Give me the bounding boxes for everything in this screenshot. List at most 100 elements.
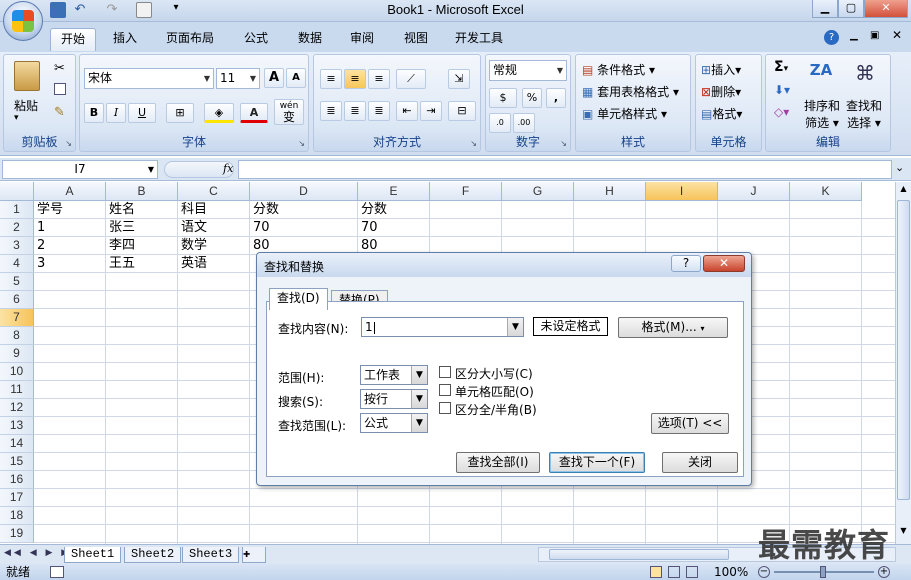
dialog-close-button[interactable]: 关闭 (662, 452, 738, 473)
cell-c3[interactable]: 数学 (179, 237, 207, 255)
look-in-select[interactable]: 公式 ▼ (360, 413, 428, 433)
insert-sheet-icon[interactable]: ✚ (242, 547, 266, 563)
scroll-up-icon[interactable]: ▲ (897, 184, 910, 198)
cell-b1[interactable]: 姓名 (107, 201, 135, 219)
font-name-combo[interactable]: 宋体 ▼ (84, 68, 214, 89)
zoom-in-icon[interactable]: + (878, 566, 890, 578)
merge-center-icon[interactable]: ⊟ (448, 101, 476, 121)
match-cell-checkbox[interactable] (439, 384, 451, 396)
grow-font-button[interactable]: A (264, 68, 284, 88)
sheet-tab-3[interactable]: Sheet3 (182, 547, 240, 563)
cell-e1[interactable]: 分数 (359, 201, 387, 219)
bold-button[interactable]: B (84, 103, 104, 123)
cell-c2[interactable]: 语文 (179, 219, 207, 237)
paste-dropdown-icon[interactable]: ▾ (14, 113, 19, 123)
tab-view[interactable]: 视图 (396, 28, 436, 51)
find-what-input[interactable]: 1 ▼ (361, 317, 524, 337)
autosum-button[interactable]: Σ▾ (774, 59, 788, 75)
decrease-decimal-icon[interactable]: .00 (513, 113, 535, 133)
tab-page-layout[interactable]: 页面布局 (158, 28, 222, 51)
fill-color-icon[interactable]: ◈ (204, 103, 234, 123)
format-button[interactable]: 格式(M)... ▾ (618, 317, 728, 338)
sheet-tab-2[interactable]: Sheet2 (124, 547, 182, 563)
format-cells-button[interactable]: ▤格式▾ (701, 105, 742, 122)
paste-button[interactable]: 粘贴 (14, 97, 38, 114)
align-bottom-icon[interactable]: ≡ (368, 69, 390, 89)
cell-b4[interactable]: 王五 (107, 255, 135, 273)
font-color-button[interactable]: A (240, 103, 268, 123)
office-button[interactable] (3, 1, 43, 41)
help-icon[interactable]: ? (824, 30, 839, 45)
dialog-help-button[interactable]: ? (671, 255, 701, 272)
cell-a3[interactable]: 2 (35, 237, 45, 255)
number-launcher-icon[interactable]: ↘ (560, 139, 567, 148)
ribbon-close-icon[interactable]: ✕ (892, 28, 902, 42)
maximize-button[interactable]: ▢ (838, 0, 864, 18)
search-order-select[interactable]: 按行 ▼ (360, 389, 428, 409)
comma-button[interactable]: , (546, 88, 566, 108)
number-format-combo[interactable]: 常规 ▼ (489, 60, 567, 81)
page-layout-view-icon[interactable] (668, 566, 680, 578)
underline-button[interactable]: U (128, 103, 156, 123)
fill-icon[interactable]: ⬇▾ (774, 83, 790, 97)
insert-cells-button[interactable]: ⊞插入▾ (701, 61, 741, 78)
macro-record-icon[interactable] (50, 566, 64, 578)
cell-d2[interactable]: 70 (251, 219, 270, 237)
alignment-launcher-icon[interactable]: ↘ (470, 139, 477, 148)
close-window-button[interactable]: ✕ (864, 0, 908, 18)
cell-c1[interactable]: 科目 (179, 201, 207, 219)
format-painter-icon[interactable]: ✎ (54, 105, 65, 120)
scope-select[interactable]: 工作表 ▼ (360, 365, 428, 385)
expand-formula-icon[interactable]: ⌄ (895, 161, 904, 174)
currency-icon[interactable]: $ (489, 88, 517, 108)
italic-button[interactable]: I (106, 103, 126, 123)
find-all-button[interactable]: 查找全部(I) (456, 452, 540, 473)
find-select-button[interactable]: 查找和 选择 ▾ (846, 97, 882, 131)
tab-home[interactable]: 开始 (50, 28, 96, 51)
shrink-font-button[interactable]: A (286, 68, 306, 88)
ribbon-restore-icon[interactable]: ▣ (870, 30, 879, 41)
increase-decimal-icon[interactable]: .0 (489, 113, 511, 133)
wrap-text-icon[interactable]: ⇲ (448, 69, 470, 89)
clear-icon[interactable]: ◇▾ (774, 105, 789, 119)
copy-icon[interactable] (54, 83, 66, 95)
align-center-icon[interactable]: ≣ (344, 101, 366, 121)
match-case-checkbox[interactable] (439, 366, 451, 378)
tab-find[interactable]: 查找(D) (269, 288, 328, 310)
zoom-out-icon[interactable]: − (758, 566, 770, 578)
cell-b3[interactable]: 李四 (107, 237, 135, 255)
formula-input[interactable] (238, 160, 892, 179)
sheet-tab-1[interactable]: Sheet1 (64, 547, 122, 563)
conditional-format-button[interactable]: ▤ 条件格式 ▾ (582, 61, 655, 78)
cell-a1[interactable]: 学号 (35, 201, 63, 219)
decrease-indent-icon[interactable]: ⇤ (396, 101, 418, 121)
cell-a4[interactable]: 3 (35, 255, 45, 273)
tab-developer[interactable]: 开发工具 (448, 28, 510, 51)
scroll-down-icon[interactable]: ▼ (897, 526, 910, 540)
cell-a2[interactable]: 1 (35, 219, 45, 237)
find-next-button[interactable]: 查找下一个(F) (549, 452, 645, 473)
zoom-slider-thumb[interactable] (820, 566, 826, 578)
cell-c4[interactable]: 英语 (179, 255, 207, 273)
tab-review[interactable]: 审阅 (342, 28, 382, 51)
normal-view-icon[interactable] (650, 566, 662, 578)
match-width-checkbox[interactable] (439, 402, 451, 414)
ribbon-minimize-icon[interactable]: ▁ (850, 30, 858, 41)
paste-icon[interactable] (14, 61, 40, 91)
options-button[interactable]: 选项(T) << (651, 413, 729, 434)
name-box[interactable]: I7 ▼ (2, 160, 158, 179)
increase-indent-icon[interactable]: ⇥ (420, 101, 442, 121)
cell-styles-button[interactable]: ▣ 单元格样式 ▾ (582, 105, 667, 122)
vertical-scrollbar[interactable]: ▲ ▼ (895, 182, 911, 544)
borders-icon[interactable]: ⊞ (166, 103, 194, 123)
align-left-icon[interactable]: ≣ (320, 101, 342, 121)
align-middle-icon[interactable]: ≡ (344, 69, 366, 89)
orientation-icon[interactable]: ⟋ (396, 69, 426, 89)
cut-icon[interactable]: ✂ (54, 61, 65, 76)
font-launcher-icon[interactable]: ↘ (298, 139, 305, 148)
tab-data[interactable]: 数据 (290, 28, 330, 51)
clipboard-launcher-icon[interactable]: ↘ (65, 139, 72, 148)
page-break-view-icon[interactable] (686, 566, 698, 578)
format-as-table-button[interactable]: ▦ 套用表格格式 ▾ (582, 83, 679, 100)
align-right-icon[interactable]: ≣ (368, 101, 390, 121)
